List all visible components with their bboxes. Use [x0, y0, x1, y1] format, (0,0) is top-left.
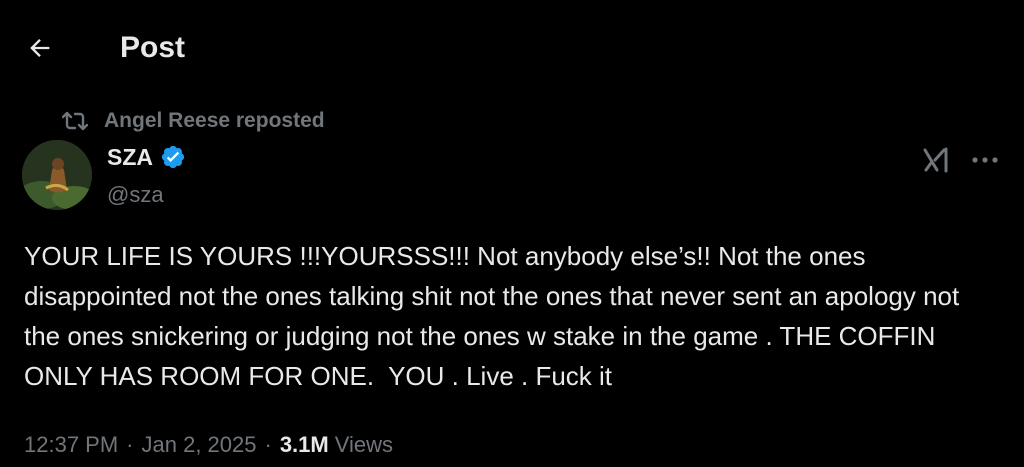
- page-title: Post: [120, 31, 186, 64]
- avatar-image: [22, 140, 92, 210]
- tweet-meta: 12:37 PM · Jan 2, 2025 · 3.1M Views: [24, 428, 393, 462]
- verified-badge-icon[interactable]: [160, 144, 186, 170]
- repost-icon: [62, 110, 92, 132]
- tweet-text: YOUR LIFE IS YOURS !!!YOURSSS!!! Not any…: [24, 241, 967, 391]
- more-button[interactable]: [967, 148, 1003, 172]
- author-display-name: SZA: [107, 143, 153, 170]
- header-bar: Post: [0, 0, 1024, 96]
- tweet-time[interactable]: 12:37 PM: [24, 428, 118, 462]
- repost-indicator[interactable]: Angel Reese reposted: [62, 108, 325, 134]
- views-count[interactable]: 3.1M: [280, 428, 329, 462]
- more-icon: [972, 157, 998, 163]
- back-arrow-icon: [30, 39, 50, 57]
- avatar[interactable]: [22, 140, 92, 210]
- back-button[interactable]: [22, 30, 58, 66]
- meta-separator: ·: [126, 432, 134, 457]
- tweet-date[interactable]: Jan 2, 2025: [142, 428, 257, 462]
- author-handle[interactable]: @sza: [107, 180, 164, 210]
- meta-separator: ·: [264, 432, 272, 457]
- grok-button[interactable]: [920, 145, 954, 175]
- author-name[interactable]: SZA: [107, 140, 186, 174]
- views-label: Views: [334, 432, 394, 457]
- grok-icon: [923, 147, 948, 173]
- repost-label: Angel Reese reposted: [104, 109, 325, 132]
